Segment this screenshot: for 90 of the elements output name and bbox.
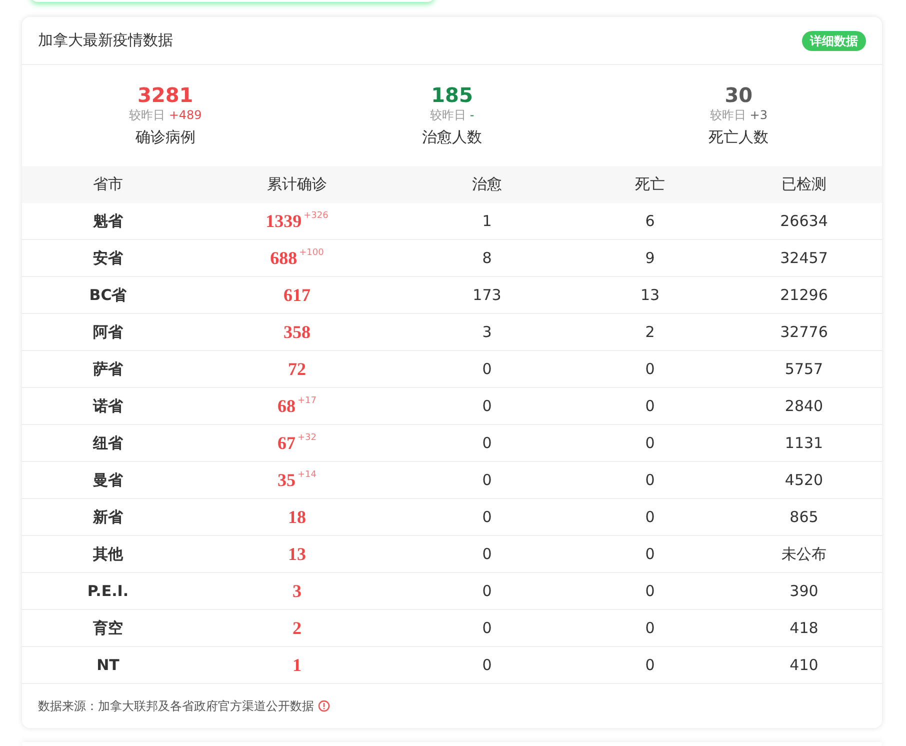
column-header: 已检测 (782, 174, 826, 196)
source-note: 数据来源：加拿大联邦及各省政府官方渠道公开数据 (38, 698, 314, 715)
stat-value: 3281 (137, 83, 194, 107)
stat-change: - (470, 107, 474, 123)
deaths-cell-text: 9 (645, 248, 655, 269)
column-header: 累计确诊 (267, 174, 327, 196)
tested-cell-text: 865 (790, 506, 818, 528)
confirmed-cell: 2 (292, 617, 302, 639)
tested-cell-text: 21296 (780, 284, 828, 306)
recovered-cell-text: 0 (482, 654, 492, 676)
confirmed-cell: 13 (288, 543, 306, 565)
card-title: 加拿大最新疫情数据 (38, 30, 173, 52)
tested-cell-text: 32457 (780, 248, 828, 269)
stat-label: 治愈人数 (422, 127, 482, 148)
tested-cell-text: 5757 (784, 358, 824, 380)
province-cell-text: BC省 (89, 284, 127, 306)
new-cases: +100 (299, 247, 324, 259)
recovered-cell-text: 0 (482, 580, 492, 602)
deaths-cell-text: 0 (645, 396, 655, 417)
recovered-cell-text: 173 (472, 284, 502, 306)
deaths-cell-text: 0 (645, 358, 655, 380)
tested-cell-text: 4520 (784, 470, 824, 491)
recovered-cell-text: 0 (482, 396, 492, 417)
column-header: 治愈 (472, 174, 502, 196)
tested-cell-text: 1131 (784, 432, 824, 454)
confirmed-cell: 358 (284, 321, 310, 343)
recovered-cell-text: 3 (482, 322, 492, 343)
tested-cell-text: 390 (790, 580, 818, 602)
province-cell-text: 育空 (93, 618, 123, 639)
province-cell-text: 魁省 (93, 210, 123, 232)
stat-value: 185 (431, 83, 473, 107)
province-cell-text: 萨省 (93, 358, 123, 380)
stat-compare-label: 较昨日 (430, 107, 466, 123)
province-cell-text: 其他 (93, 544, 123, 565)
deaths-cell-text: 0 (645, 470, 655, 491)
province-cell-text: 诺省 (93, 396, 123, 417)
province-cell-text: 纽省 (93, 432, 123, 454)
confirmed-cell: 1 (292, 654, 302, 676)
new-cases: +14 (298, 469, 316, 481)
recovered-cell-text: 0 (482, 470, 492, 491)
province-cell-text: P.E.I. (87, 580, 129, 602)
confirmed-cell: 68 (278, 395, 296, 417)
column-header: 死亡 (635, 174, 665, 196)
recovered-cell-text: 0 (482, 432, 492, 454)
recovered-cell-text: 0 (482, 544, 492, 565)
tested-cell-text: 410 (790, 654, 818, 676)
province-cell-text: 阿省 (93, 322, 123, 343)
deaths-cell-text: 2 (645, 322, 655, 343)
confirmed-cell: 72 (288, 358, 306, 380)
tested-cell-text: 2840 (784, 396, 824, 417)
deaths-cell-text: 0 (645, 544, 655, 565)
new-cases: +17 (298, 395, 316, 407)
tested-cell-text: 26634 (780, 210, 828, 232)
confirmed-cell: 18 (288, 506, 306, 528)
new-cases: +326 (304, 210, 328, 222)
deaths-cell-text: 0 (645, 432, 655, 454)
new-cases: +32 (298, 432, 316, 444)
tested-cell-text: 418 (790, 618, 818, 639)
confirmed-cell: 688 (270, 247, 298, 269)
deaths-cell-text: 13 (640, 284, 660, 306)
deaths-cell-text: 0 (645, 580, 655, 602)
stat-change: +489 (168, 107, 202, 123)
stat-compare-label: 较昨日 (128, 107, 165, 123)
stat-value: 30 (724, 83, 753, 107)
recovered-cell-text: 1 (482, 210, 492, 232)
recovered-cell-text: 0 (482, 506, 492, 528)
confirmed-cell: 67 (278, 432, 296, 454)
province-cell-text: 安省 (93, 248, 123, 269)
column-header: 省市 (93, 174, 123, 196)
province-cell-text: 新省 (93, 506, 123, 528)
detail-button[interactable]: 详细数据 (802, 30, 866, 50)
deaths-cell-text: 6 (645, 210, 655, 232)
confirmed-cell: 35 (278, 469, 296, 491)
deaths-cell-text: 0 (645, 618, 655, 639)
province-cell-text: NT (96, 654, 120, 676)
recovered-cell-text: 8 (482, 248, 492, 269)
deaths-cell-text: 0 (645, 506, 655, 528)
tested-cell-text: 32776 (780, 322, 828, 343)
stat-compare-label: 较昨日 (710, 107, 746, 123)
stat-change: +3 (750, 107, 768, 123)
confirmed-cell: 617 (284, 284, 310, 306)
recovered-cell-text: 0 (482, 358, 492, 380)
confirmed-cell: 1339 (266, 210, 302, 232)
tested-cell-text: 未公布 (782, 544, 826, 565)
confirmed-cell: 3 (292, 580, 302, 602)
stat-label: 确诊病例 (135, 127, 196, 148)
recovered-cell-text: 0 (482, 618, 492, 639)
province-cell-text: 曼省 (93, 470, 123, 491)
stat-label: 死亡人数 (708, 127, 769, 148)
deaths-cell-text: 0 (645, 654, 655, 676)
